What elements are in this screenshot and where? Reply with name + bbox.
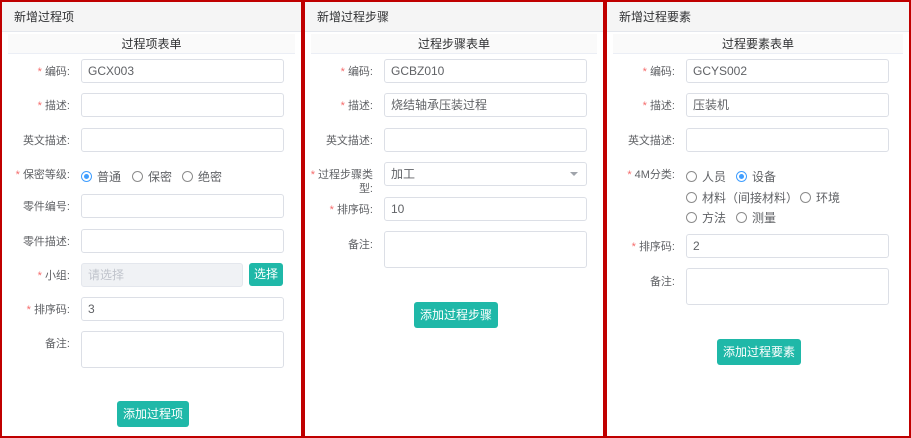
process-step-panel: 新增过程步骤 过程步骤表单 * 编码: GCBZ010 * 描述: 烧结轴承压装过程… [303,0,605,438]
panel-title: 新增过程步骤 [305,2,603,32]
group-field: 请选择 [81,263,243,287]
order-label: * 排序码: [26,304,70,316]
remark-textarea[interactable] [81,331,284,368]
4m-radio-equipment[interactable]: 设备 [736,168,776,185]
order-field[interactable]: 3 [81,297,284,321]
part-no-field[interactable] [81,194,284,218]
4m-radio-environment[interactable]: 环境 [800,189,840,206]
radio-icon [686,171,697,182]
part-desc-label: 零件描述: [22,236,70,248]
4m-radio-material[interactable]: 材料（间接材料） [686,189,798,206]
code-field[interactable]: GCX003 [81,59,284,83]
code-label: * 编码: [642,66,675,78]
code-field[interactable]: GCBZ010 [384,59,587,83]
4m-category-label: * 4M分类: [627,169,675,181]
secret-radio-top-secret[interactable]: 绝密 [182,168,222,185]
remark-textarea[interactable] [686,268,889,305]
secret-radio-normal[interactable]: 普通 [81,168,121,185]
remark-label: 备注: [347,239,373,251]
step-type-select[interactable]: 加工 [384,162,587,186]
desc-label: * 描述: [340,100,373,112]
remark-label: 备注: [44,338,70,350]
desc-field[interactable]: 压装机 [686,93,889,117]
panel-title: 新增过程要素 [607,2,909,32]
radio-icon [800,192,811,203]
secret-radio-confidential[interactable]: 保密 [132,168,172,185]
order-field[interactable]: 2 [686,234,889,258]
radio-icon [132,171,143,182]
add-process-element-button[interactable]: 添加过程要素 [717,339,801,365]
en-desc-label: 英文描述: [627,135,675,147]
radio-icon [686,212,697,223]
desc-field[interactable] [81,93,284,117]
en-desc-label: 英文描述: [22,135,70,147]
remark-label: 备注: [649,276,675,288]
part-desc-field[interactable] [81,229,284,253]
en-desc-field[interactable] [384,128,587,152]
desc-label: * 描述: [642,100,675,112]
add-process-step-button[interactable]: 添加过程步骤 [414,302,498,328]
code-label: * 编码: [340,66,373,78]
form-title: 过程步骤表单 [311,34,597,54]
step-type-label: * 过程步骤类 型: [310,169,373,195]
en-desc-label: 英文描述: [325,135,373,147]
order-field[interactable]: 10 [384,197,587,221]
process-item-panel: 新增过程项 过程项表单 * 编码: GCX003 * 描述: 英文描述: * 保密等级… [0,0,303,438]
radio-icon [686,192,697,203]
panel-title: 新增过程项 [2,2,301,32]
chevron-down-icon [570,172,578,176]
radio-selected-icon [736,171,747,182]
radio-icon [182,171,193,182]
radio-icon [736,212,747,223]
4m-radio-measurement[interactable]: 测量 [736,209,776,226]
code-label: * 编码: [37,66,70,78]
select-group-button[interactable]: 选择 [249,263,283,286]
form-title: 过程要素表单 [613,34,903,54]
radio-selected-icon [81,171,92,182]
group-label: * 小组: [37,270,70,282]
process-element-panel: 新增过程要素 过程要素表单 * 编码: GCYS002 * 描述: 压装机 英文描述… [605,0,911,438]
code-field[interactable]: GCYS002 [686,59,889,83]
desc-label: * 描述: [37,100,70,112]
4m-radio-method[interactable]: 方法 [686,209,726,226]
desc-field[interactable]: 烧结轴承压装过程 [384,93,587,117]
remark-textarea[interactable] [384,231,587,268]
order-label: * 排序码: [631,241,675,253]
4m-radio-personnel[interactable]: 人员 [686,168,726,185]
en-desc-field[interactable] [81,128,284,152]
form-title: 过程项表单 [8,34,295,54]
add-process-item-button[interactable]: 添加过程项 [117,401,189,427]
secret-level-label: * 保密等级: [15,169,70,181]
order-label: * 排序码: [329,204,373,216]
en-desc-field[interactable] [686,128,889,152]
part-no-label: 零件编号: [22,201,70,213]
